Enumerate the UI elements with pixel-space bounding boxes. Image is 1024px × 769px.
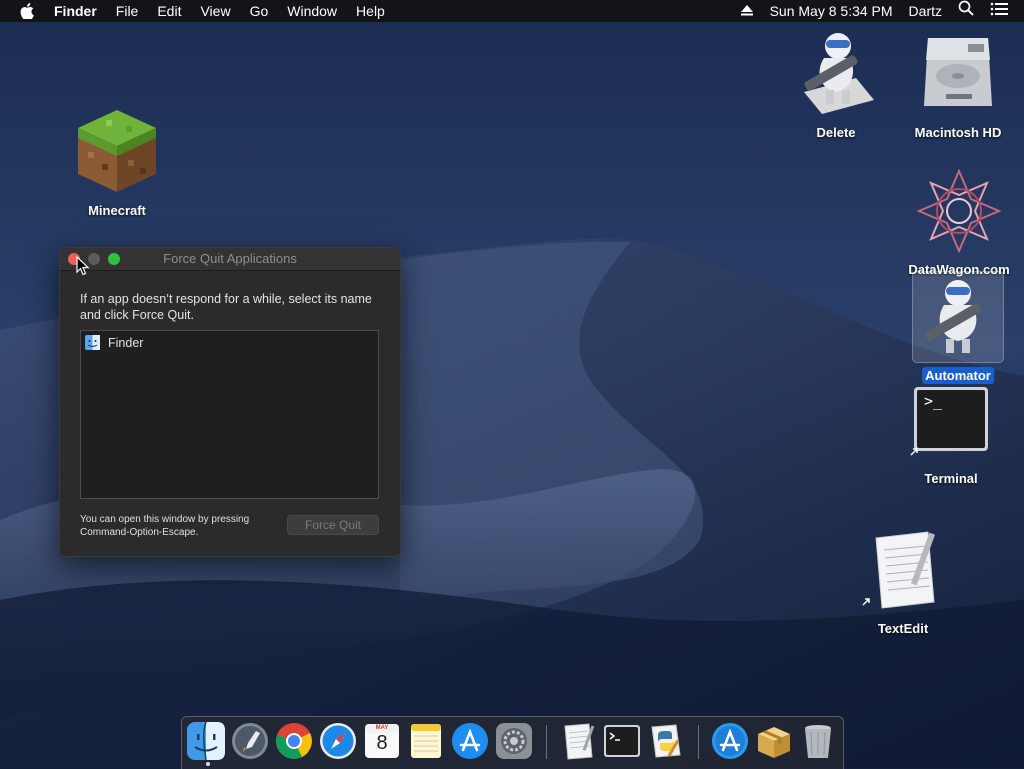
spotlight-search-icon[interactable] — [958, 0, 974, 22]
list-item-label: Finder — [108, 335, 144, 350]
downloads-app-store-icon[interactable] — [710, 721, 750, 761]
application-list[interactable]: Finder — [80, 330, 379, 499]
menu-help[interactable]: Help — [356, 0, 385, 22]
calendar-icon[interactable]: MAY 8 — [362, 721, 402, 761]
hard-drive-icon — [924, 38, 992, 106]
force-quit-hint: You can open this window by pressing Com… — [80, 514, 250, 538]
notes-icon[interactable] — [406, 721, 446, 761]
calendar-day: 8 — [376, 732, 388, 754]
finder-icon — [85, 335, 100, 350]
menubar-user[interactable]: Dartz — [909, 0, 942, 22]
finder-icon[interactable] — [186, 721, 226, 761]
dock: MAY 8 — [181, 716, 844, 769]
desktop-icon-automator[interactable]: Automator — [912, 271, 1004, 385]
alias-arrow-icon — [910, 448, 918, 456]
launchpad-icon[interactable] — [230, 721, 270, 761]
automator-robot-icon — [924, 280, 982, 353]
desktop-icon-label: Automator — [922, 367, 994, 384]
desktop-icon-label: TextEdit — [877, 621, 929, 636]
menu-edit[interactable]: Edit — [157, 0, 181, 22]
desktop-icon-label: Minecraft — [88, 203, 146, 218]
calendar-month: MAY — [375, 725, 389, 731]
dock-separator — [698, 725, 699, 759]
app-store-icon[interactable] — [450, 721, 490, 761]
automator-robot-icon — [804, 33, 874, 114]
desktop-icon-delete[interactable]: Delete — [796, 30, 876, 142]
chrome-icon[interactable] — [274, 721, 314, 761]
menu-window[interactable]: Window — [287, 0, 337, 22]
desktop-icon-terminal[interactable]: >_ Terminal — [908, 386, 994, 490]
desktop-icon-datawagon[interactable]: DataWagon.com — [906, 168, 1012, 280]
running-indicator — [206, 762, 210, 766]
eject-icon[interactable] — [740, 0, 754, 22]
minecraft-icon — [78, 110, 156, 192]
terminal-prompt: >_ — [924, 392, 943, 410]
desktop-icon-minecraft[interactable]: Minecraft — [76, 106, 158, 218]
desktop-icon-label: Delete — [816, 125, 856, 140]
apple-menu-icon[interactable] — [20, 2, 36, 20]
system-preferences-icon[interactable] — [494, 721, 534, 761]
menu-bar: Finder File Edit View Go Window Help Sun… — [0, 0, 1024, 22]
notification-center-icon[interactable] — [990, 0, 1008, 22]
desktop-icon-textedit[interactable]: TextEdit — [860, 528, 946, 638]
installer-package-icon[interactable] — [754, 721, 794, 761]
dock-separator — [546, 725, 547, 759]
list-item[interactable]: Finder — [85, 334, 143, 351]
textedit-icon[interactable] — [558, 721, 598, 761]
desktop-icon-macintosh-hd[interactable]: Macintosh HD — [915, 30, 1001, 142]
window-title: Force Quit Applications — [163, 251, 297, 266]
mouse-cursor-icon — [76, 256, 90, 276]
safari-icon[interactable] — [318, 721, 358, 761]
force-quit-description: If an app doesn’t respond for a while, s… — [80, 292, 372, 322]
force-quit-button[interactable]: Force Quit — [287, 515, 379, 535]
menu-app-name[interactable]: Finder — [54, 0, 97, 22]
datawagon-star-icon — [916, 168, 1002, 254]
menu-go[interactable]: Go — [250, 0, 269, 22]
force-quit-window: Force Quit Applications If an app doesn’… — [59, 247, 401, 557]
terminal-icon[interactable] — [602, 721, 642, 761]
desktop-icon-label: Macintosh HD — [914, 125, 1002, 140]
menu-file[interactable]: File — [116, 0, 139, 22]
alias-arrow-icon — [862, 598, 870, 606]
menu-extras: Sun May 8 5:34 PM Dartz — [740, 0, 1024, 22]
desktop-icon-label: Terminal — [924, 471, 978, 486]
menu-view[interactable]: View — [200, 0, 230, 22]
trash-icon[interactable] — [798, 721, 838, 761]
window-titlebar[interactable]: Force Quit Applications — [60, 248, 400, 271]
python-launcher-icon[interactable] — [646, 721, 686, 761]
menubar-clock[interactable]: Sun May 8 5:34 PM — [770, 0, 893, 22]
